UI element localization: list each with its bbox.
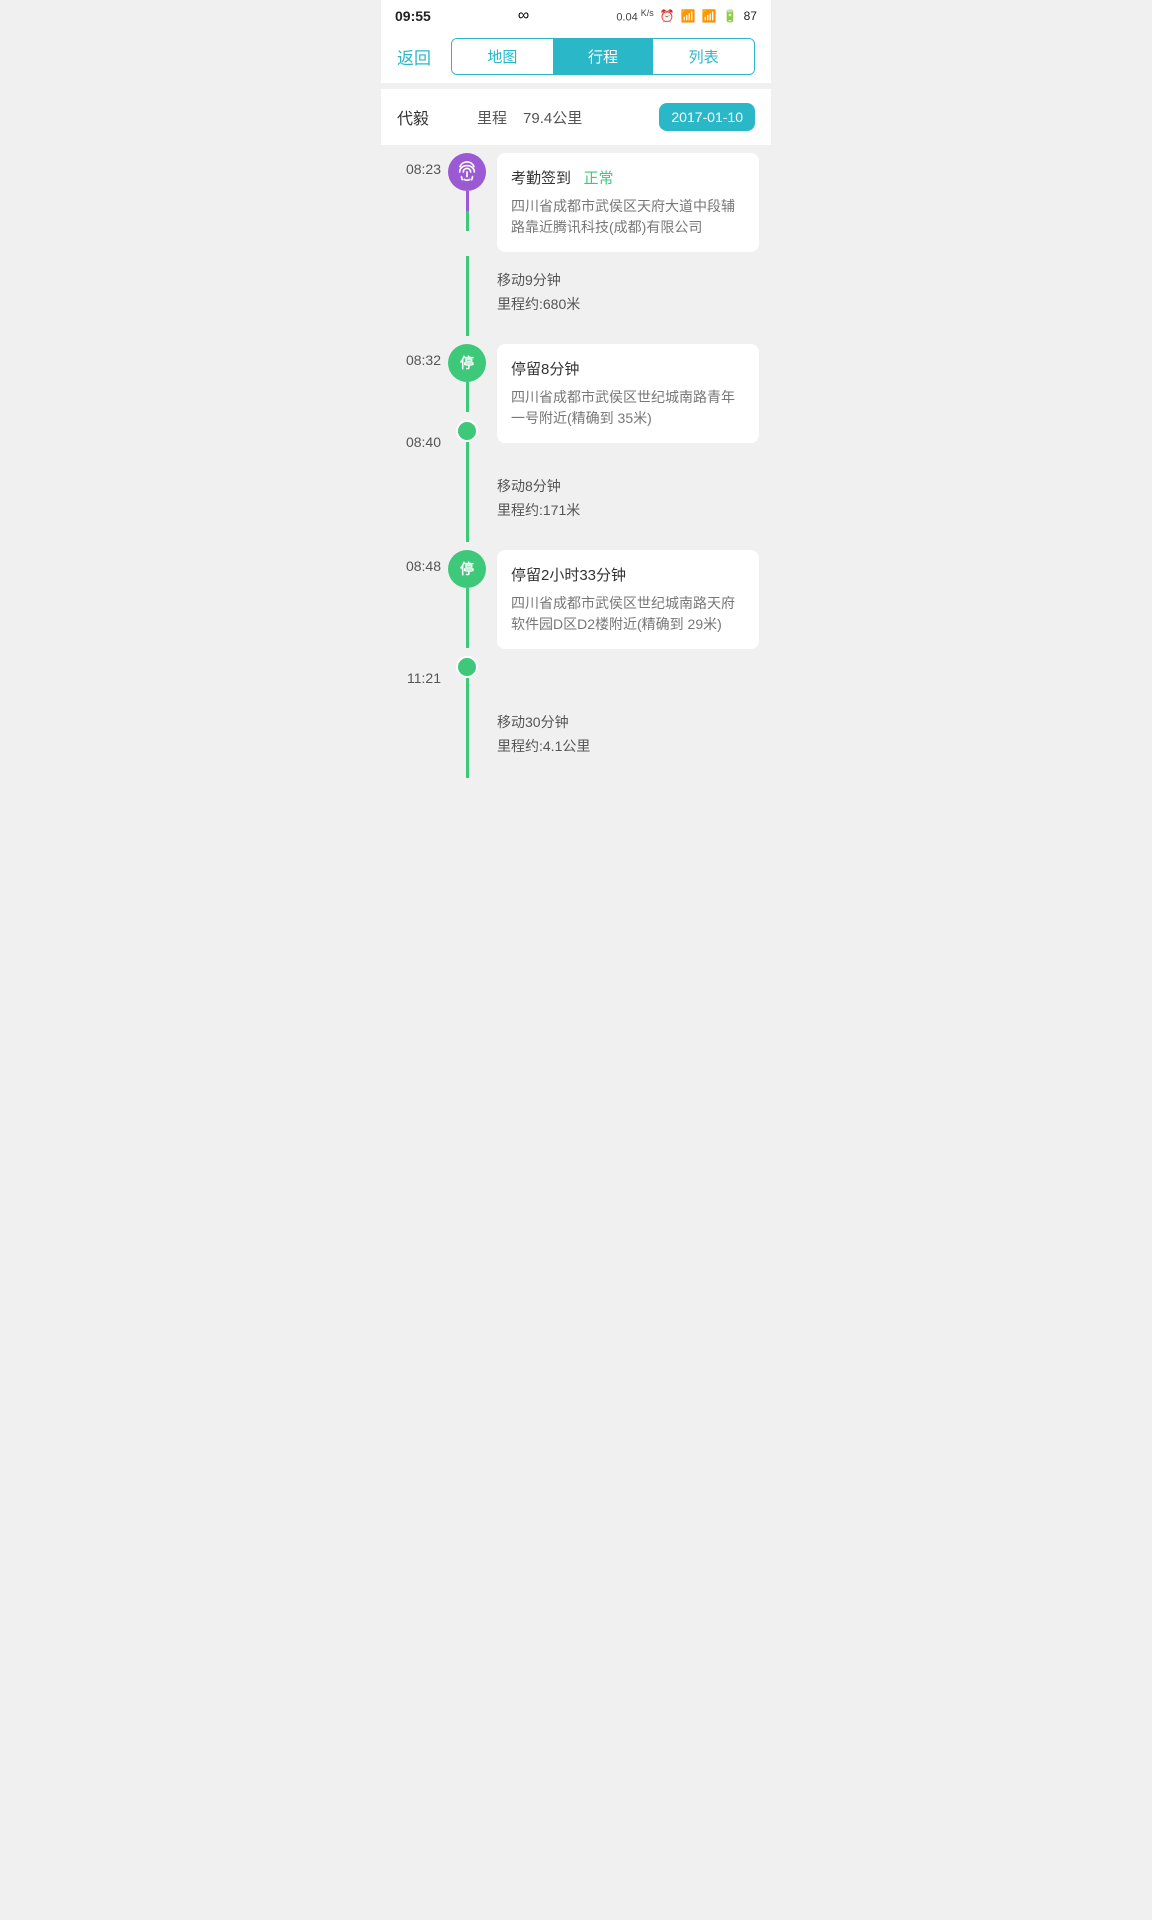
mileage-label: 里程: [477, 107, 507, 128]
seg-line-3: [466, 698, 469, 778]
status-bar: 09:55 ∞ 0.04 K/s ⏰ 📶 📶 🔋 87: [381, 0, 771, 30]
stop-card-2: 停留2小时33分钟 四川省成都市武侯区世纪城南路天府软件园D区D2楼附近(精确到…: [497, 550, 759, 649]
move-content-1: 移动9分钟 里程约:680米: [487, 256, 759, 336]
stop-title-2: 停留2小时33分钟: [511, 564, 745, 585]
seg-line-col-3: [447, 698, 487, 778]
stop-time-start-2: 08:48: [391, 542, 441, 574]
stop-row-2: 08:48 11:21 停 停留2小时33分钟 四川省成都市武侯区世纪城南路天府…: [381, 542, 771, 698]
wifi-icon: 📶: [681, 9, 696, 23]
move-distance-2: 里程约:171米: [497, 500, 759, 520]
driver-name: 代毅: [397, 105, 429, 129]
stop-line-col-2: 停: [447, 542, 487, 698]
stop-line-bottom-1: [466, 442, 469, 462]
line-purple: [466, 191, 469, 211]
date-badge[interactable]: 2017-01-10: [659, 103, 755, 131]
move-content-2: 移动8分钟 里程约:171米: [487, 462, 759, 542]
signal-icon: 📶: [702, 9, 717, 23]
move-info-1: 移动9分钟 里程约:680米: [497, 256, 759, 324]
stop-time-col-1: 08:32 08:40: [391, 336, 447, 462]
checkin-address: 四川省成都市武侯区天府大道中段辅路靠近腾讯科技(成都)有限公司: [511, 196, 745, 238]
move-segment-1: 移动9分钟 里程约:680米: [381, 256, 771, 336]
seg-line-col-2: [447, 462, 487, 542]
stop-content-1: 停留8分钟 四川省成都市武侯区世纪城南路青年一号附近(精确到 35米): [487, 336, 759, 462]
stop-node-small-1: [456, 420, 478, 442]
stop-line-1: [466, 382, 469, 412]
stop-node-2: 停: [448, 550, 486, 588]
stop-time-end-2: 11:21: [391, 670, 441, 698]
infinity-icon: ∞: [518, 7, 529, 25]
stop-line-2: [466, 588, 469, 648]
seg-line-col-1: [447, 256, 487, 336]
mileage-value: 79.4公里: [523, 107, 582, 128]
stop-node-small-2: [456, 656, 478, 678]
seg-line-1: [466, 256, 469, 336]
stop-node-1: 停: [448, 344, 486, 382]
line-green-1: [466, 211, 469, 231]
move-distance-1: 里程约:680米: [497, 294, 759, 314]
time-checkin: 08:23: [391, 145, 447, 177]
nav-bar: 返回 地图 行程 列表: [381, 30, 771, 83]
stop-row-1: 08:32 08:40 停 停留8分钟 四川省成都市武侯区世纪城南路青年一号附近…: [381, 336, 771, 462]
stop-time-start-1: 08:32: [391, 336, 441, 368]
checkin-node: [448, 153, 486, 191]
checkin-title: 考勤签到 正常: [511, 167, 745, 188]
move-content-3: 移动30分钟 里程约:4.1公里: [487, 698, 759, 778]
status-right: 0.04 K/s ⏰ 📶 📶 🔋 87: [616, 8, 757, 24]
stop-line-bottom-2: [466, 678, 469, 698]
stop-address-1: 四川省成都市武侯区世纪城南路青年一号附近(精确到 35米): [511, 387, 745, 429]
checkin-content: 考勤签到 正常 四川省成都市武侯区天府大道中段辅路靠近腾讯科技(成都)有限公司: [487, 145, 759, 256]
stop-time-end-1: 08:40: [391, 434, 441, 462]
stop-address-2: 四川省成都市武侯区世纪城南路天府软件园D区D2楼附近(精确到 29米): [511, 593, 745, 635]
move-duration-1: 移动9分钟: [497, 270, 759, 290]
move-segment-3: 移动30分钟 里程约:4.1公里: [381, 698, 771, 778]
timeline-checkin: 08:23 考勤签: [381, 145, 771, 256]
stop-card-1: 停留8分钟 四川省成都市武侯区世纪城南路青年一号附近(精确到 35米): [497, 344, 759, 443]
back-button[interactable]: 返回: [397, 44, 451, 69]
stop-line-col-1: 停: [447, 336, 487, 462]
stop-content-2: 停留2小时33分钟 四川省成都市武侯区世纪城南路天府软件园D区D2楼附近(精确到…: [487, 542, 759, 698]
header-info: 代毅 里程 79.4公里 2017-01-10: [381, 89, 771, 145]
move-segment-2: 移动8分钟 里程约:171米: [381, 462, 771, 542]
tab-list[interactable]: 列表: [653, 39, 754, 74]
battery-value: 87: [744, 9, 757, 23]
move-info-3: 移动30分钟 里程约:4.1公里: [497, 698, 759, 766]
move-distance-3: 里程约:4.1公里: [497, 736, 759, 756]
timeline-container: 08:23 考勤签: [381, 145, 771, 798]
move-info-2: 移动8分钟 里程约:171米: [497, 462, 759, 530]
clock-icon: ⏰: [660, 9, 675, 23]
move-duration-3: 移动30分钟: [497, 712, 759, 732]
checkin-card: 考勤签到 正常 四川省成都市武侯区天府大道中段辅路靠近腾讯科技(成都)有限公司: [497, 153, 759, 252]
stop-time-col-2: 08:48 11:21: [391, 542, 447, 698]
nav-tabs: 地图 行程 列表: [451, 38, 755, 75]
stop-title-1: 停留8分钟: [511, 358, 745, 379]
status-time: 09:55: [395, 8, 431, 24]
checkin-status: 正常: [584, 170, 614, 187]
battery-icon: 🔋: [723, 9, 738, 23]
move-duration-2: 移动8分钟: [497, 476, 759, 496]
seg-line-2: [466, 462, 469, 542]
status-speed: 0.04 K/s: [616, 8, 654, 24]
line-col-checkin: [447, 145, 487, 231]
tab-map[interactable]: 地图: [452, 39, 553, 74]
tab-trip[interactable]: 行程: [553, 39, 654, 74]
